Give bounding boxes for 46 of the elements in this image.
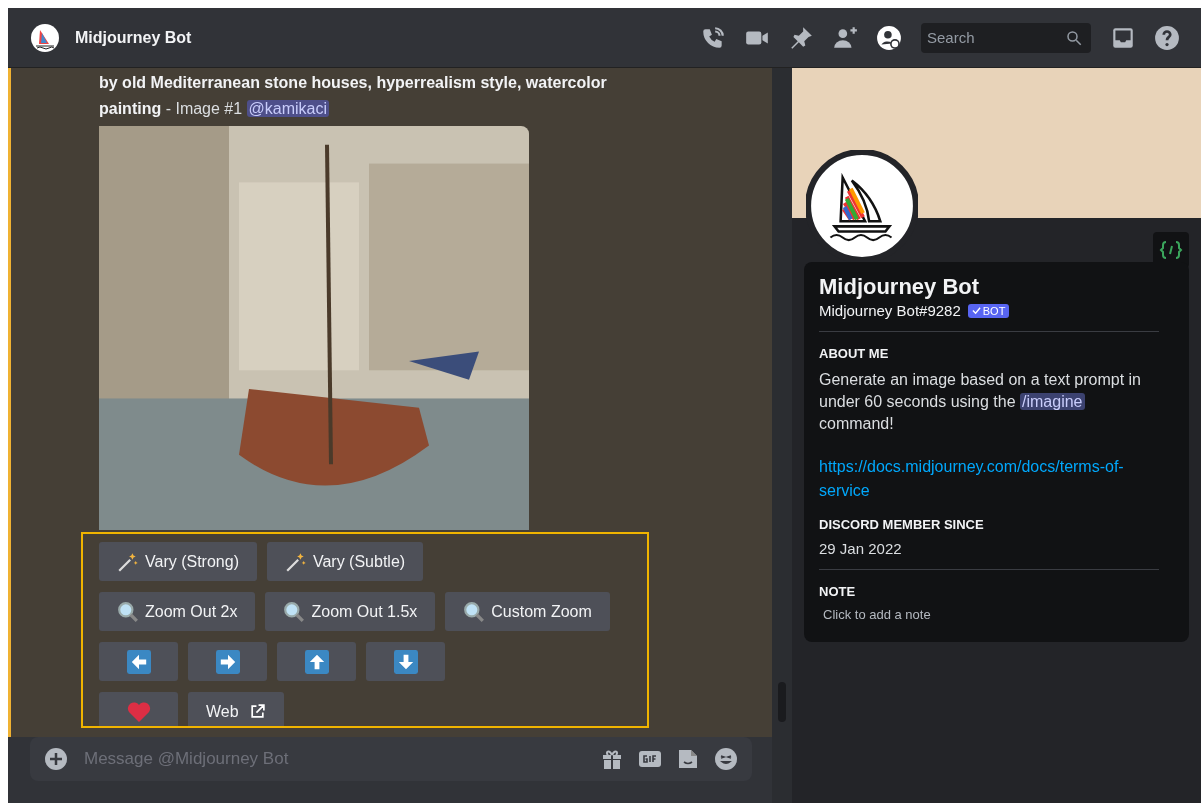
terms-link[interactable]: https://docs.midjourney.com/docs/terms-of-service [819, 455, 1159, 503]
link-button[interactable]: Web [188, 692, 284, 726]
help-icon[interactable] [1154, 24, 1180, 51]
external-link-icon [248, 703, 266, 720]
check-icon [971, 306, 981, 315]
magnifier-icon [117, 600, 139, 623]
search-icon [1065, 28, 1083, 47]
action-button[interactable]: Zoom Out 1.5x [265, 592, 436, 631]
command-mention[interactable]: /imagine [1020, 393, 1085, 410]
magic-wand-icon [284, 550, 307, 573]
profile-name: Midjourney Bot [819, 274, 981, 300]
action-button[interactable]: Vary (Subtle) [266, 542, 424, 581]
channel-title: Midjourney Bot [75, 28, 192, 47]
user-profile-icon[interactable] [876, 24, 902, 51]
section-heading: NOTE [819, 584, 857, 599]
message-text: by old Mediterranean stone houses, hyperrealism style, watercolor painting - Image #1 @kamikaci [99, 73, 608, 119]
action-button[interactable]: Zoom Out 2x [99, 592, 256, 631]
section-heading: ABOUT ME [819, 346, 890, 361]
arrow-button[interactable] [366, 642, 445, 681]
magic-wand-icon [117, 550, 139, 573]
username: Midjourney Bot#9282 [819, 302, 961, 319]
magnifier-icon [463, 600, 486, 623]
sticker-icon[interactable] [676, 747, 700, 771]
emoji-icon[interactable] [714, 747, 738, 771]
message-composer[interactable]: Message @Midjourney Bot [30, 737, 752, 781]
scrollbar[interactable] [772, 68, 792, 803]
message-input[interactable]: Message @Midjourney Bot [82, 748, 586, 770]
about-text: Generate an image based on a text prompt in under 60 seconds using the /imagine command! [819, 370, 1142, 434]
bot-label: BOT [982, 304, 1006, 317]
magnifier-icon [283, 600, 306, 623]
action-button[interactable]: Custom Zoom [445, 592, 610, 631]
member-since-date: 29 Jan 2022 [819, 540, 903, 557]
arrow-button[interactable] [99, 642, 178, 681]
note-field[interactable]: Click to add a note [819, 607, 1159, 622]
action-button[interactable]: Vary (Strong) [99, 542, 257, 581]
arrow-button[interactable] [188, 642, 267, 681]
plus-circle-icon[interactable] [44, 747, 68, 771]
phone-icon[interactable] [700, 24, 726, 51]
gift-icon[interactable] [600, 747, 624, 771]
search-field[interactable]: Search [921, 22, 1091, 53]
section-heading: DISCORD MEMBER SINCE [819, 517, 985, 532]
add-friend-icon[interactable] [832, 24, 858, 51]
arrow-button[interactable] [277, 642, 356, 681]
sailboat-avatar-icon [30, 22, 60, 53]
user-mention[interactable]: @kamikaci [246, 100, 330, 117]
heart-icon [126, 699, 151, 724]
